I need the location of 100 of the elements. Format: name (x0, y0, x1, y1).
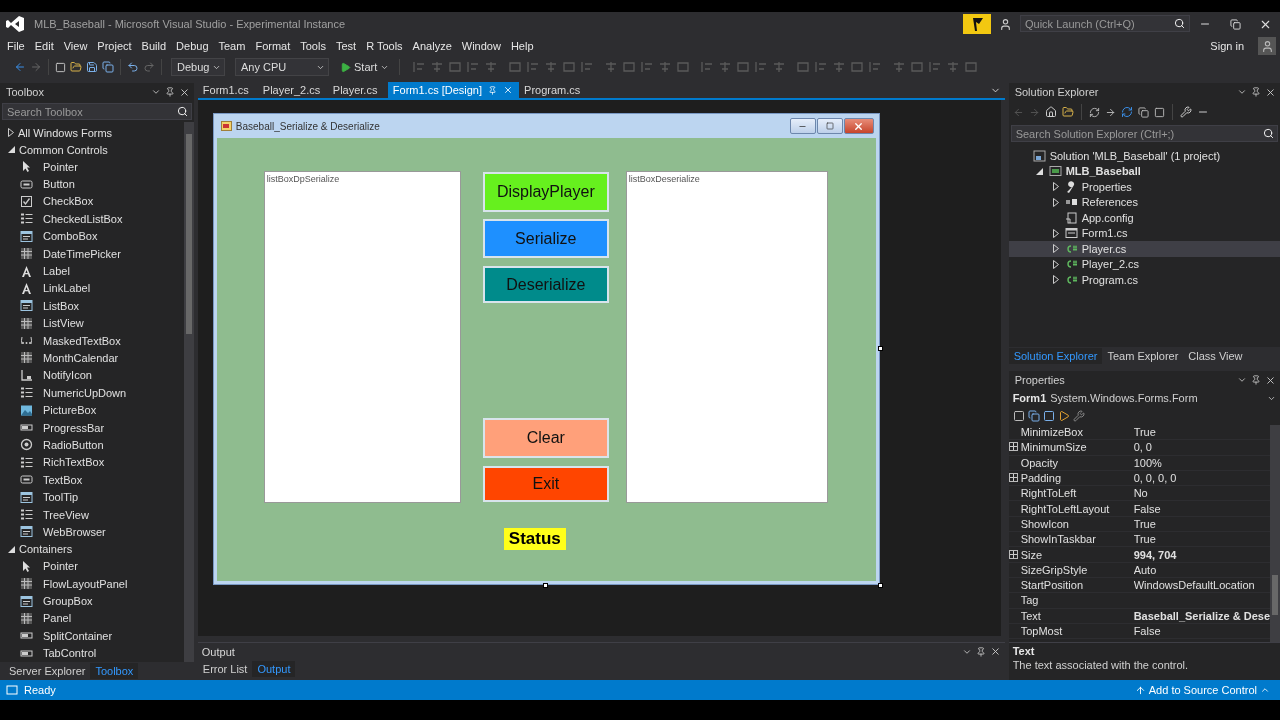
resize-handle[interactable] (877, 583, 883, 588)
control-item[interactable]: CheckBox (0, 192, 184, 211)
menu-item[interactable]: R Tools (361, 38, 408, 54)
document-tab[interactable]: Form1.cs [Design] (387, 82, 520, 98)
property-row[interactable]: TopMost False (1008, 623, 1270, 640)
pin-icon[interactable] (1251, 87, 1261, 97)
tool-window-tab[interactable]: Error List (197, 660, 253, 677)
pin-icon[interactable] (164, 87, 175, 97)
expanded-arrow-icon[interactable] (8, 545, 15, 553)
menu-item[interactable]: Team (213, 38, 251, 54)
control-item[interactable]: ProgressBar (0, 418, 184, 437)
minimize-button[interactable] (789, 118, 816, 134)
menu-item[interactable]: View (58, 38, 93, 54)
document-tab[interactable]: Program.cs (519, 82, 587, 98)
control-item[interactable]: NotifyIcon (0, 366, 184, 385)
resize-handle[interactable] (877, 346, 883, 351)
property-row[interactable]: StartPosition WindowsDefaultLocation (1008, 577, 1270, 594)
menu-item[interactable]: Format (250, 38, 296, 54)
document-tab[interactable]: Player_2.cs (257, 82, 328, 98)
pin-icon[interactable] (488, 85, 498, 95)
quick-launch-field[interactable]: Quick Launch (Ctrl+Q) (1020, 15, 1190, 32)
start-button[interactable]: Start (336, 61, 394, 73)
menu-item[interactable]: Test (330, 38, 362, 54)
property-row[interactable]: Padding 0, 0, 0, 0 (1008, 470, 1270, 487)
flag-icon[interactable] (963, 14, 991, 34)
control-item[interactable]: TextBox (0, 471, 184, 489)
tree-item[interactable]: Player_2.cs (1008, 256, 1280, 272)
tool-window-tab[interactable]: Server Explorer (4, 663, 91, 679)
form-button[interactable]: Serialize (482, 219, 609, 258)
object-selector[interactable]: Form1 System.Windows.Forms.Form (1008, 389, 1280, 407)
collapsed-arrow-icon[interactable] (8, 128, 14, 137)
list-box[interactable]: listBoxDeserialize (625, 171, 828, 503)
source-control-button[interactable]: Add to Source Control (1130, 684, 1274, 696)
open-folder-icon[interactable] (70, 61, 82, 73)
close-icon[interactable] (989, 646, 1001, 657)
control-item[interactable]: ListView (0, 314, 184, 332)
expand-icon[interactable] (1008, 442, 1018, 452)
upload-icon[interactable] (1134, 684, 1146, 696)
pin-icon[interactable] (1251, 375, 1261, 385)
menu-item[interactable]: File (2, 38, 30, 54)
scrollbar[interactable] (183, 122, 194, 662)
document-tab[interactable]: Form1.cs (197, 82, 258, 98)
menu-item[interactable]: Window (456, 38, 506, 54)
maximize-button[interactable] (816, 118, 843, 134)
folder-icon[interactable] (1061, 106, 1074, 118)
control-item[interactable]: Button (0, 175, 184, 193)
search-icon[interactable] (1174, 18, 1185, 29)
toolbox-search-field[interactable]: Search Toolbox (2, 103, 192, 120)
control-item[interactable]: DateTimePicker (0, 244, 184, 263)
toolbox-group[interactable]: All Windows Forms (0, 124, 184, 141)
search-icon[interactable] (1263, 128, 1274, 139)
control-item[interactable]: FlowLayoutPanel (0, 575, 184, 593)
sign-in-link[interactable]: Sign in (1204, 39, 1250, 53)
close-icon[interactable] (1265, 86, 1276, 98)
toolbox-group[interactable]: Containers (0, 540, 184, 558)
control-item[interactable]: Pointer (0, 158, 184, 176)
property-row[interactable]: RightToLeft No (1008, 486, 1270, 502)
menu-item[interactable]: Project (92, 38, 137, 54)
control-item[interactable]: TreeView (0, 505, 184, 524)
control-item[interactable]: ComboBox (0, 227, 184, 245)
tool-window-tab[interactable]: Toolbox (90, 663, 139, 679)
tool-window-tab[interactable]: Team Explorer (1102, 348, 1184, 364)
tree-item[interactable]: MLB_Baseball (1008, 163, 1280, 179)
menu-item[interactable]: Edit (29, 38, 59, 54)
restore-icon[interactable] (1229, 18, 1241, 30)
tree-item[interactable]: Solution 'MLB_Baseball' (1 project) (1008, 148, 1280, 164)
control-item[interactable]: PictureBox (0, 401, 184, 419)
toolbox-group[interactable]: Common Controls (0, 141, 184, 158)
undo-icon[interactable] (127, 61, 139, 73)
dropdown-icon[interactable] (150, 87, 161, 97)
redo-icon[interactable] (143, 61, 155, 73)
control-item[interactable]: ListBox (0, 297, 184, 315)
form-button[interactable]: Clear (482, 418, 609, 458)
control-item[interactable]: RichTextBox (0, 453, 184, 472)
form-button[interactable]: Exit (482, 466, 609, 502)
form-button[interactable]: DisplayPlayer (482, 172, 609, 212)
maximize-icon[interactable] (825, 122, 834, 130)
close-icon[interactable] (178, 86, 190, 98)
configuration-dropdown[interactable]: Debug (171, 58, 225, 76)
dropdown-icon[interactable] (1237, 375, 1247, 385)
scrollbar[interactable] (1270, 425, 1280, 642)
control-item[interactable]: RadioButton (0, 436, 184, 454)
control-item[interactable]: MonthCalendar (0, 349, 184, 367)
expand-icon[interactable] (1008, 473, 1018, 483)
property-row[interactable]: Text Baseball_Serialize & Dese (1008, 608, 1270, 624)
control-item[interactable]: Pointer (0, 557, 184, 575)
dropdown-icon[interactable] (1237, 87, 1247, 97)
tool-window-tab[interactable]: Output (252, 660, 296, 677)
property-row[interactable]: ShowIcon True (1008, 516, 1270, 533)
search-icon[interactable] (176, 106, 188, 117)
property-row[interactable]: Tag (1008, 593, 1270, 609)
control-item[interactable]: SplitContainer (0, 627, 184, 645)
control-item[interactable]: NumericUpDown (0, 384, 184, 402)
resize-handle[interactable] (542, 583, 548, 588)
menu-item[interactable]: Tools (295, 38, 331, 54)
property-row[interactable]: SizeGripStyle Auto (1008, 562, 1270, 578)
menu-item[interactable]: Analyze (407, 38, 457, 54)
menu-item[interactable]: Debug (171, 38, 214, 54)
pin-icon[interactable] (975, 646, 986, 657)
caret-icon[interactable] (1260, 685, 1270, 695)
